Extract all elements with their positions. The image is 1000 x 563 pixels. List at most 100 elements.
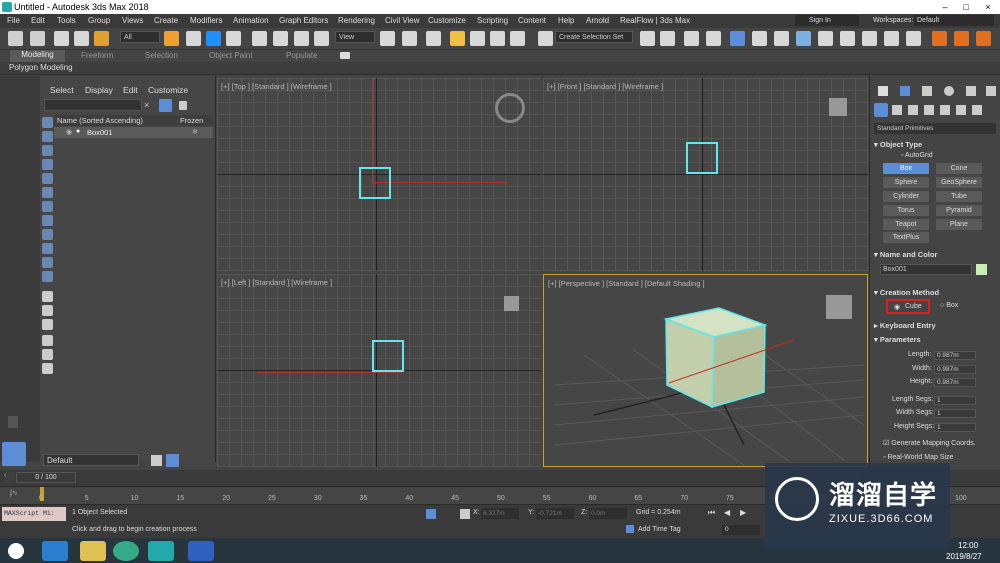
minimize-button[interactable]: – [937,0,953,14]
box-radio[interactable]: ○ Box [940,302,958,309]
prev-frame-icon[interactable]: ◀ [724,508,734,518]
object-name-input[interactable]: Box001 [880,264,972,275]
shapes-icon[interactable] [892,105,902,115]
render-setup-icon[interactable] [818,31,833,46]
viewcube-top-icon[interactable] [495,93,525,123]
link-icon[interactable] [54,31,69,46]
display-helpers-icon[interactable] [42,173,53,184]
scene-menu-edit[interactable]: Edit [123,85,138,95]
display-none-icon[interactable] [42,305,53,316]
material-editor-icon[interactable] [796,31,811,46]
filter-icon[interactable] [159,99,172,112]
utilities-tab-icon[interactable] [986,86,996,96]
scene-menu-customize[interactable]: Customize [148,85,188,95]
menu-modifiers[interactable]: Modifiers [190,14,222,28]
reference-coord-dropdown[interactable]: View [335,31,375,43]
viewport-perspective-label[interactable]: [+] [Perspective ] [Standard ] [Default … [548,279,705,288]
helpers-icon[interactable] [940,105,950,115]
display-groups-icon[interactable] [42,201,53,212]
pyramid-button[interactable]: Pyramid [936,205,982,216]
display-spacewarps-icon[interactable] [42,187,53,198]
filter-funnel-icon[interactable] [42,335,53,346]
teapot-button[interactable]: Teapot [883,219,929,230]
menu-create[interactable]: Create [154,14,178,28]
window-crossing-icon[interactable] [226,31,241,46]
menu-views[interactable]: Views [122,14,143,28]
viewcube-left-icon[interactable] [504,296,519,311]
display-hidden-icon[interactable] [42,271,53,282]
named-selection-sets-dropdown[interactable]: Create Selection Set [555,31,633,43]
placement-icon[interactable] [314,31,329,46]
ribbon-tab-modeling[interactable]: Modeling [10,50,65,62]
menu-file[interactable]: File [7,14,20,28]
display-all-icon[interactable] [42,291,53,302]
length-segs-spinner[interactable]: 1 [934,396,976,405]
display-geometry-icon[interactable] [42,117,53,128]
viewport-perspective[interactable]: [+] [Perspective ] [Standard ] [Default … [543,274,868,467]
ribbon-options-icon[interactable] [340,52,350,59]
menu-tools[interactable]: Tools [57,14,76,28]
schematic-view-icon[interactable] [774,31,789,46]
arnold-render-icon[interactable] [954,31,969,46]
cameras-icon[interactable] [924,105,934,115]
layer-stack-icon[interactable] [151,455,162,466]
visibility-eye-icon[interactable]: ◉ [66,128,72,136]
list-item[interactable]: ◉ ● Box001 ❄ [54,127,213,138]
parameters-rollout[interactable]: ▾ Parameters [874,335,994,346]
display-invert-icon[interactable] [42,319,53,330]
select-object-icon[interactable] [164,31,179,46]
menu-civil-view[interactable]: Civil View [385,14,420,28]
sign-in-button[interactable]: Sign In [795,15,859,26]
x-coordinate-input[interactable]: 6.327m [481,508,519,519]
rotate-icon[interactable] [273,31,288,46]
menu-edit[interactable]: Edit [31,14,45,28]
start-button-icon[interactable] [8,543,24,559]
z-coordinate-input[interactable]: 0.0m [589,508,627,519]
real-world-map-checkbox[interactable]: ▫ Real-World Map Size [883,454,953,461]
scene-menu-display[interactable]: Display [85,85,113,95]
display-xrefs-icon[interactable] [42,215,53,226]
close-button[interactable]: × [980,0,996,14]
viewport-top[interactable]: [+] [Top ] [Standard ] [Wireframe ] [217,78,541,271]
scene-menu-select[interactable]: Select [50,85,74,95]
generate-mapping-checkbox[interactable]: ☑ Generate Mapping Coords. [883,439,976,447]
hierarchy-tab-icon[interactable] [922,86,932,96]
tube-button[interactable]: Tube [936,191,982,202]
width-segs-spinner[interactable]: 1 [934,409,976,418]
viewport-top-label[interactable]: [+] [Top ] [Standard ] [Wireframe ] [221,82,332,91]
menu-scripting[interactable]: Scripting [477,14,508,28]
scene-search-input[interactable] [44,99,142,111]
toggle-scene-explorer-icon[interactable] [684,31,699,46]
menu-rendering[interactable]: Rendering [338,14,375,28]
clear-search-icon[interactable]: × [144,100,154,110]
render-production-icon[interactable] [862,31,877,46]
taskbar-wps-icon[interactable] [188,541,214,561]
viewport-front[interactable]: [+] [Front ] [Standard ] [Wireframe ] [543,78,868,271]
taskbar-3dsmax-icon[interactable] [148,541,174,561]
textplus-button[interactable]: TextPlus [883,232,929,243]
unlink-icon[interactable] [74,31,89,46]
angle-snap-icon[interactable] [470,31,485,46]
maxscript-listener-input[interactable]: MAXScript Mi: [2,507,66,521]
workspaces-dropdown[interactable]: Default [914,15,994,26]
maximize-button[interactable]: □ [958,0,974,14]
current-frame-input[interactable]: 0 [722,525,760,535]
viewcube-front-icon[interactable] [829,98,847,116]
name-color-rollout[interactable]: ▾ Name and Color [874,250,994,261]
rendered-frame-window-icon[interactable] [840,31,855,46]
length-spinner[interactable]: 0.987m [934,351,976,360]
pivot-center-icon[interactable] [380,31,395,46]
redo-icon[interactable] [30,31,45,46]
sync-selection-icon[interactable] [42,363,53,374]
keyboard-entry-rollout[interactable]: ▸ Keyboard Entry [874,321,994,332]
width-spinner[interactable]: 0.987m [934,365,976,374]
menu-group[interactable]: Group [88,14,110,28]
modify-tab-icon[interactable] [900,86,910,96]
keyboard-shortcut-icon[interactable] [426,31,441,46]
lock-icon[interactable] [179,101,187,110]
display-frozen-icon[interactable] [42,257,53,268]
primitives-dropdown[interactable]: Standard Primitives [874,123,996,134]
time-slider-prev-icon[interactable]: ‹ [4,472,14,483]
column-name-header[interactable]: Name (Sorted Ascending) [57,116,143,125]
plane-button[interactable]: Plane [936,219,982,230]
